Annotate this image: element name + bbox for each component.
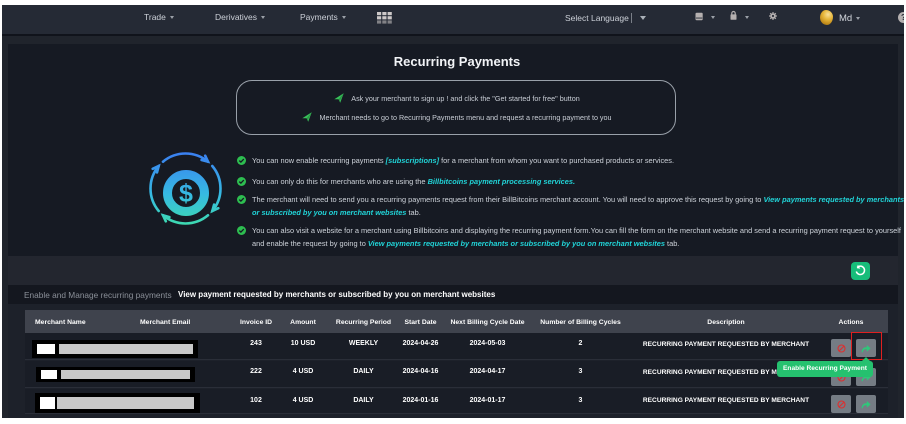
svg-text:$: $ xyxy=(179,180,193,208)
